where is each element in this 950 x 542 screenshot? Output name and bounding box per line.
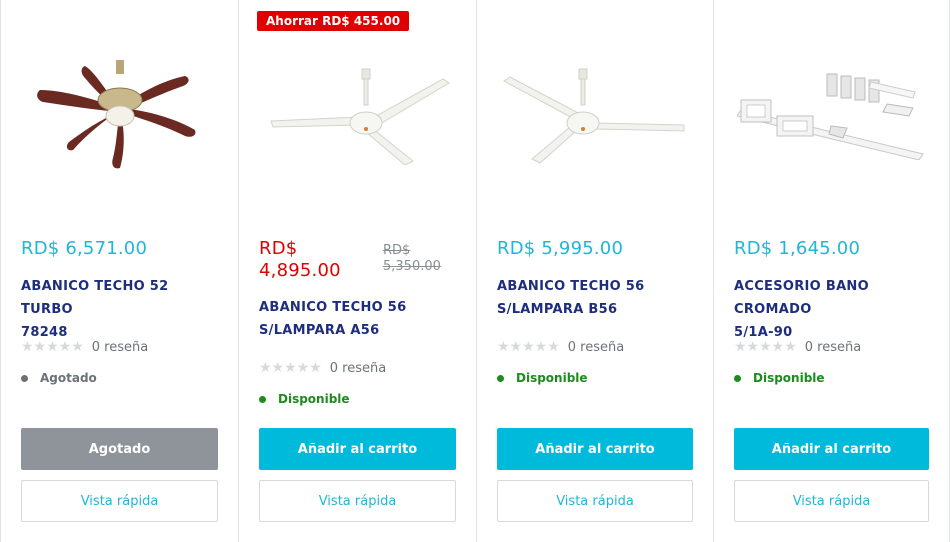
product-compare-price: RD$ 5,350.00 — [383, 243, 441, 275]
stock-label: Disponible — [753, 371, 825, 385]
add-to-cart-button[interactable]: Añadir al carrito — [734, 428, 929, 470]
quick-view-button[interactable]: Vista rápida — [21, 480, 218, 522]
product-title-line: S/LAMPARA A56 — [259, 323, 380, 338]
quick-view-button[interactable]: Vista rápida — [259, 480, 456, 522]
add-to-cart-button[interactable]: Añadir al carrito — [259, 428, 456, 470]
product-title-line: ABANICO TECHO 52 TURBO — [21, 279, 169, 317]
product-title[interactable]: ABANICO TECHO 56 S/LAMPARA A56 — [259, 296, 456, 342]
review-count: 0 reseña — [567, 339, 625, 355]
compare-price-line: RD$ — [383, 243, 411, 258]
sold-out-button: Agotado — [21, 428, 218, 470]
product-card: RD$ 5,995.00 ABANICO TECHO 56 S/LAMPARA … — [477, 0, 714, 542]
rating-stars-icon: ★★★★★ — [259, 360, 322, 376]
stock-dot-icon — [497, 374, 504, 382]
product-rating[interactable]: ★★★★★ 0 reseña — [259, 360, 386, 376]
compare-price-line: 5,350.00 — [383, 259, 441, 274]
stock-dot-icon — [259, 395, 266, 403]
rating-stars-icon: ★★★★★ — [21, 339, 84, 355]
stock-label: Disponible — [516, 371, 588, 385]
review-count: 0 reseña — [329, 360, 387, 376]
stock-dot-icon — [21, 374, 28, 382]
ceiling-fan-icon — [36, 60, 195, 169]
product-title-line: ABANICO TECHO 56 — [259, 300, 407, 315]
ceiling-fan-icon — [503, 68, 685, 164]
product-price: RD$ 1,645.00 — [734, 238, 861, 259]
stock-label: Agotado — [40, 371, 97, 385]
product-card: Ahorrar RD$ 455.00 RD$ 4,895.00 RD$ 5,35… — [239, 0, 477, 542]
product-card: RD$ 1,645.00 ACCESORIO BANO CROMADO 5/1A… — [714, 0, 950, 542]
product-grid: RD$ 6,571.00 ABANICO TECHO 52 TURBO 7824… — [0, 0, 950, 542]
product-image[interactable] — [259, 55, 456, 175]
product-title-line: ABANICO TECHO 56 — [497, 279, 645, 294]
stock-status: Agotado — [21, 371, 97, 385]
product-rating[interactable]: ★★★★★ 0 reseña — [21, 339, 148, 355]
product-image[interactable] — [497, 55, 693, 175]
sale-price-line: RD$ — [259, 238, 298, 259]
review-count: 0 reseña — [804, 339, 862, 355]
rating-stars-icon: ★★★★★ — [497, 339, 560, 355]
product-rating[interactable]: ★★★★★ 0 reseña — [497, 339, 624, 355]
rating-stars-icon: ★★★★★ — [734, 339, 797, 355]
product-rating[interactable]: ★★★★★ 0 reseña — [734, 339, 861, 355]
product-title-line: ACCESORIO BANO CROMADO — [734, 279, 869, 317]
product-title[interactable]: ACCESORIO BANO CROMADO 5/1A-90 — [734, 275, 929, 344]
product-card: RD$ 6,571.00 ABANICO TECHO 52 TURBO 7824… — [1, 0, 239, 542]
bathroom-accessory-icon — [736, 73, 924, 160]
quick-view-button[interactable]: Vista rápida — [734, 480, 929, 522]
product-image[interactable] — [21, 55, 218, 175]
product-title-line: S/LAMPARA B56 — [497, 302, 618, 317]
product-price: RD$ 6,571.00 — [21, 238, 148, 259]
add-to-cart-button[interactable]: Añadir al carrito — [497, 428, 693, 470]
product-price: RD$ 5,995.00 — [497, 238, 624, 259]
quick-view-button[interactable]: Vista rápida — [497, 480, 693, 522]
product-title[interactable]: ABANICO TECHO 52 TURBO 78248 — [21, 275, 218, 344]
stock-status: Disponible — [734, 371, 825, 385]
stock-dot-icon — [734, 374, 741, 382]
product-title[interactable]: ABANICO TECHO 56 S/LAMPARA B56 — [497, 275, 693, 321]
stock-status: Disponible — [259, 392, 350, 406]
sale-price-line: 4,895.00 — [259, 260, 341, 281]
savings-badge: Ahorrar RD$ 455.00 — [257, 11, 410, 31]
review-count: 0 reseña — [91, 339, 149, 355]
ceiling-fan-icon — [269, 68, 450, 165]
stock-label: Disponible — [278, 392, 350, 406]
product-sale-price: RD$ 4,895.00 — [259, 238, 379, 282]
product-image[interactable] — [734, 55, 929, 175]
stock-status: Disponible — [497, 371, 588, 385]
